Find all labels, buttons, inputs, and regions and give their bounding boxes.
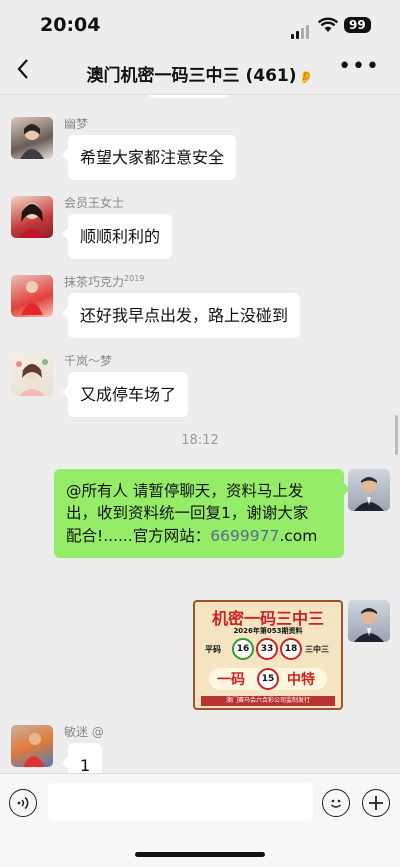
- message-text: 配合!......官方网站：: [66, 526, 211, 545]
- message-text: .com: [279, 526, 318, 545]
- poster-special-row: 一码 15 中特: [209, 668, 327, 690]
- number-ball: 16: [232, 638, 254, 660]
- message-input[interactable]: [48, 783, 313, 821]
- poster-label-left: 平码: [205, 645, 221, 654]
- sender-name: 幽梦: [64, 117, 89, 131]
- poster-label-right: 三中三: [305, 645, 329, 654]
- previous-message-edge: [148, 95, 230, 98]
- status-time: 20:04: [40, 14, 101, 36]
- sender-name-text: 抹茶巧克力: [64, 275, 125, 289]
- poster-big-left: 一码: [217, 672, 245, 688]
- message-timestamp: 18:12: [181, 433, 219, 448]
- number-ball: 33: [256, 638, 278, 660]
- message-bubble[interactable]: 又成停车场了: [61, 372, 189, 418]
- scrollbar[interactable]: [395, 415, 398, 455]
- avatar[interactable]: [11, 275, 53, 317]
- battery-icon: 99: [344, 17, 371, 33]
- ear-icon: 👂: [298, 70, 314, 84]
- chat-list[interactable]: 幽梦 希望大家都注意安全 会员王女士 顺顺利利的 抹茶巧克力2019 还好我早点…: [0, 95, 400, 773]
- avatar-self[interactable]: [348, 600, 390, 642]
- voice-icon[interactable]: [9, 789, 37, 817]
- avatar[interactable]: [11, 725, 53, 767]
- avatar-self[interactable]: [348, 469, 390, 511]
- message-bubble[interactable]: 还好我早点出发，路上没碰到: [61, 293, 301, 339]
- chat-title-text: 澳门机密一码三中三 (461): [86, 66, 297, 86]
- message-bubble[interactable]: 顺顺利利的: [61, 214, 173, 260]
- home-indicator: [135, 852, 265, 857]
- avatar[interactable]: [11, 117, 53, 159]
- avatar[interactable]: [11, 354, 53, 396]
- number-ball: 18: [280, 638, 302, 660]
- message-line: 出，收到资料统一回复1，谢谢大家: [66, 504, 309, 523]
- poster-issue: 2026年第053期资料: [233, 627, 303, 635]
- sender-badge: 2019: [124, 274, 145, 283]
- message-bubble[interactable]: 希望大家都注意安全: [61, 135, 237, 181]
- emoji-icon[interactable]: [322, 789, 350, 817]
- message-bubble[interactable]: 1: [61, 743, 103, 773]
- signal-icon: [291, 20, 311, 39]
- message-line: 配合!......官方网站：6699977.com: [66, 525, 332, 547]
- sender-name: 抹茶巧克力2019: [64, 273, 144, 290]
- message-bubble-self[interactable]: @所有人 请暂停聊天，资料马上发 出，收到资料统一回复1，谢谢大家 配合!...…: [54, 469, 350, 559]
- chat-header: 澳门机密一码三中三 (461) 👂 •••: [0, 50, 400, 95]
- plus-icon[interactable]: [362, 789, 390, 817]
- lottery-poster-image[interactable]: 机密一码三中三 2026年第053期资料 平码 16 33 18 三中三 一码 …: [193, 600, 343, 710]
- poster-big-right: 中特: [287, 672, 315, 688]
- message-line: @所有人 请暂停聊天，资料马上发: [66, 482, 304, 500]
- avatar[interactable]: [11, 196, 53, 238]
- website-link[interactable]: 6699977: [210, 527, 279, 545]
- special-ball: 15: [257, 668, 279, 690]
- sender-name: 千岚～梦: [64, 354, 113, 368]
- sender-name: 会员王女士: [64, 196, 125, 210]
- poster-footer: 澳门赛马会六合彩公司监制发行: [201, 696, 335, 706]
- sender-name: 敏迷 @: [64, 725, 104, 739]
- status-bar: 20:04 99: [0, 0, 400, 50]
- ellipsis-icon[interactable]: •••: [338, 54, 380, 79]
- wifi-icon: [317, 17, 339, 37]
